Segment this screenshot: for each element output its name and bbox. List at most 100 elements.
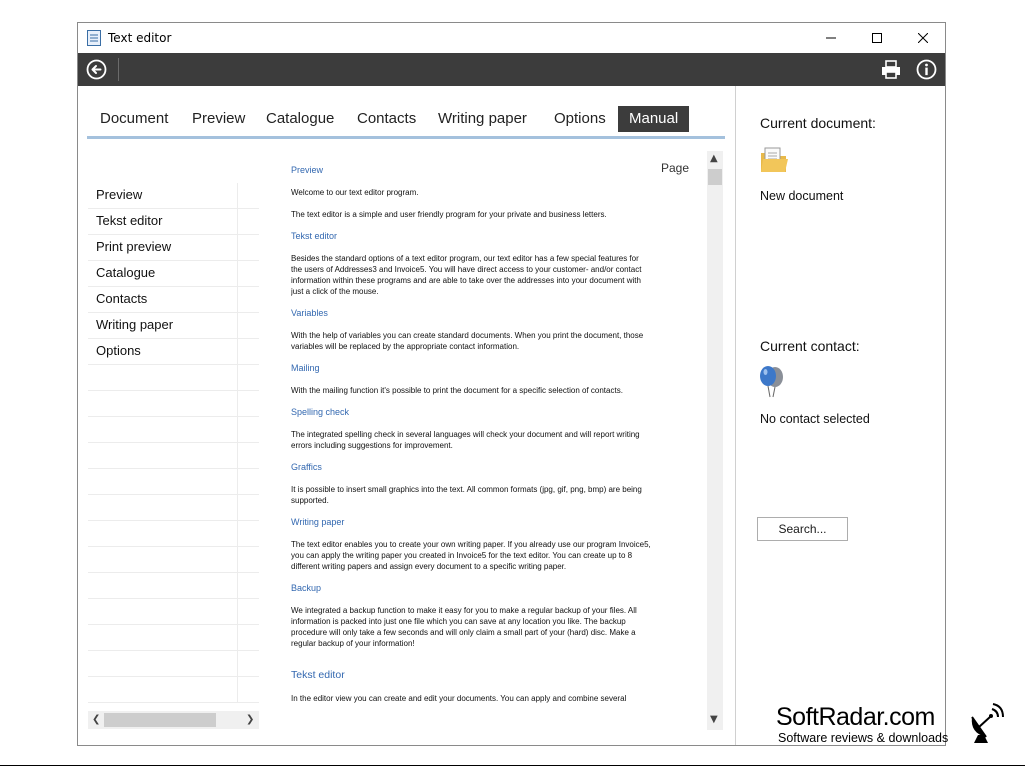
empty-row — [88, 391, 259, 417]
minimize-icon — [826, 37, 836, 39]
horizontal-scrollbar[interactable]: ❮ ❯ — [88, 711, 259, 729]
column-separator — [237, 261, 238, 287]
tab-options[interactable]: Options — [554, 106, 606, 132]
page-label: Page — [661, 161, 690, 175]
list-item[interactable]: Catalogue — [88, 261, 259, 287]
column-separator — [237, 183, 238, 209]
column-separator — [237, 573, 238, 599]
paragraph: In the editor view you can create and ed… — [291, 694, 627, 703]
heading[interactable]: Preview — [291, 165, 651, 175]
heading[interactable]: Graffics — [291, 462, 651, 472]
scroll-up-icon[interactable]: ▲ — [710, 153, 718, 164]
window-title: Text editor — [108, 31, 172, 45]
paragraph: Welcome to our text editor program. — [291, 188, 419, 197]
column-separator — [237, 625, 238, 651]
tab-preview[interactable]: Preview — [192, 106, 245, 132]
minimize-button[interactable] — [808, 23, 854, 53]
heading[interactable]: Spelling check — [291, 407, 651, 417]
column-separator — [237, 365, 238, 391]
empty-row — [88, 599, 259, 625]
empty-row — [88, 573, 259, 599]
heading[interactable]: Variables — [291, 308, 651, 318]
empty-row — [88, 469, 259, 495]
list-item-label: Options — [96, 343, 141, 358]
section-heading[interactable]: Tekst editor — [291, 669, 651, 681]
heading[interactable]: Writing paper — [291, 517, 651, 527]
vertical-scrollbar[interactable]: ▲ ▼ — [707, 151, 723, 730]
column-separator — [237, 547, 238, 573]
tab-writing-paper[interactable]: Writing paper — [438, 106, 527, 132]
tab-underline — [87, 136, 725, 139]
scroll-down-icon[interactable]: ▼ — [710, 714, 718, 725]
column-separator — [237, 313, 238, 339]
close-icon — [918, 33, 928, 43]
satellite-dish-icon — [971, 703, 1004, 743]
scroll-thumb[interactable] — [104, 713, 216, 727]
column-separator — [237, 469, 238, 495]
heading[interactable]: Backup — [291, 583, 651, 593]
list-item[interactable]: Print preview — [88, 235, 259, 261]
tab-contacts[interactable]: Contacts — [357, 106, 416, 132]
column-separator — [237, 677, 238, 703]
list-item[interactable]: Options — [88, 339, 259, 365]
contact-status: No contact selected — [760, 412, 870, 426]
column-separator — [237, 235, 238, 261]
manual-document: Preview Welcome to our text editor progr… — [291, 165, 651, 721]
watermark-name: SoftRadar.com — [776, 703, 935, 731]
scroll-left-icon[interactable]: ❮ — [92, 714, 100, 725]
manual-topic-list: Preview Tekst editor Print preview Catal… — [88, 183, 259, 733]
paragraph: With the help of variables you can creat… — [291, 331, 644, 351]
back-arrow-icon[interactable] — [86, 59, 107, 80]
column-separator — [237, 599, 238, 625]
tab-manual[interactable]: Manual — [618, 106, 690, 132]
column-separator — [237, 391, 238, 417]
search-button[interactable]: Search... — [757, 517, 848, 541]
list-item[interactable]: Preview — [88, 183, 259, 209]
text-editor-app-icon — [87, 30, 101, 46]
printer-icon[interactable] — [880, 59, 902, 80]
toolbar-separator — [118, 58, 119, 81]
current-contact-label: Current contact: — [760, 338, 860, 354]
list-item-label: Tekst editor — [96, 213, 163, 228]
empty-row — [88, 365, 259, 391]
list-item-label: Print preview — [96, 239, 172, 254]
list-item[interactable]: Contacts — [88, 287, 259, 313]
paragraph: The text editor is a simple and user fri… — [291, 210, 607, 219]
contact-balloons-icon[interactable] — [758, 365, 786, 399]
bottom-border — [0, 765, 1025, 766]
close-button[interactable] — [900, 23, 946, 53]
list-item-label: Writing paper — [96, 317, 174, 332]
empty-row — [88, 443, 259, 469]
scroll-thumb[interactable] — [708, 169, 722, 185]
current-document-label: Current document: — [760, 115, 876, 131]
heading[interactable]: Mailing — [291, 363, 651, 373]
maximize-button[interactable] — [854, 23, 900, 53]
paragraph: The text editor enables you to create yo… — [291, 540, 651, 571]
column-separator — [237, 443, 238, 469]
empty-row — [88, 651, 259, 677]
column-separator — [237, 495, 238, 521]
maximize-icon — [872, 33, 882, 43]
tab-catalogue[interactable]: Catalogue — [266, 106, 334, 132]
empty-row — [88, 625, 259, 651]
panel-divider — [735, 86, 736, 745]
column-separator — [237, 287, 238, 313]
app-window: Text editor Document Preview Catalogue C… — [77, 22, 946, 746]
list-item[interactable]: Tekst editor — [88, 209, 259, 235]
info-icon[interactable] — [916, 59, 937, 80]
list-item[interactable]: Writing paper — [88, 313, 259, 339]
heading[interactable]: Tekst editor — [291, 231, 651, 241]
empty-row — [88, 521, 259, 547]
softradar-watermark: SoftRadar.com Software reviews & downloa… — [776, 703, 1006, 753]
paragraph: We integrated a backup function to make … — [291, 606, 637, 648]
paragraph: Besides the standard options of a text e… — [291, 254, 642, 296]
column-separator — [237, 209, 238, 235]
column-separator — [237, 521, 238, 547]
document-folder-icon[interactable] — [758, 145, 790, 177]
empty-row — [88, 417, 259, 443]
column-separator — [237, 417, 238, 443]
tab-document[interactable]: Document — [100, 106, 168, 132]
empty-row — [88, 547, 259, 573]
column-separator — [237, 339, 238, 365]
scroll-right-icon[interactable]: ❯ — [246, 714, 254, 725]
